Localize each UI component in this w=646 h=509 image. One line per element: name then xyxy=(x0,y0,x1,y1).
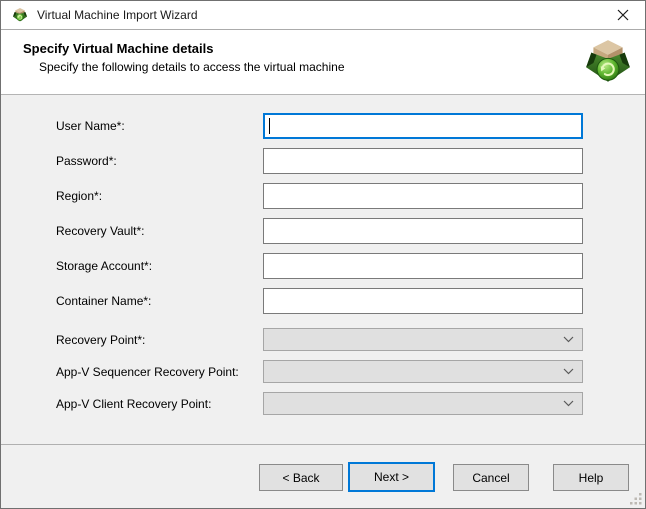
appv-sequencer-recovery-point-label: App-V Sequencer Recovery Point: xyxy=(56,365,263,379)
cancel-button[interactable]: Cancel xyxy=(453,464,529,491)
recovery-point-label: Recovery Point*: xyxy=(56,333,263,347)
storage-account-input[interactable] xyxy=(263,253,583,279)
title-bar: Virtual Machine Import Wizard xyxy=(1,1,645,30)
appv-sequencer-recovery-point-dropdown[interactable] xyxy=(263,360,583,383)
form-row: App-V Client Recovery Point: xyxy=(1,392,645,415)
form-row: App-V Sequencer Recovery Point: xyxy=(1,360,645,383)
vm-import-box-icon xyxy=(583,37,633,87)
region-label: Region*: xyxy=(56,189,263,203)
close-icon xyxy=(617,9,629,21)
vm-import-wizard-dialog: Virtual Machine Import Wizard Specify Vi… xyxy=(0,0,646,509)
close-button[interactable] xyxy=(600,1,645,29)
chevron-down-icon xyxy=(563,368,574,375)
form-row: Recovery Vault*: xyxy=(1,218,645,244)
password-label: Password*: xyxy=(56,154,263,168)
form-row: Region*: xyxy=(1,183,645,209)
appv-client-recovery-point-label: App-V Client Recovery Point: xyxy=(56,397,263,411)
resize-grip-icon[interactable] xyxy=(630,493,642,505)
username-field-wrap xyxy=(263,113,583,139)
chevron-down-icon xyxy=(563,336,574,343)
region-input[interactable] xyxy=(263,183,583,209)
form-row: Password*: xyxy=(1,148,645,174)
help-button[interactable]: Help xyxy=(553,464,629,491)
recovery-vault-input[interactable] xyxy=(263,218,583,244)
vm-import-box-icon xyxy=(12,7,28,23)
recovery-vault-label: Recovery Vault*: xyxy=(56,224,263,238)
back-button[interactable]: < Back xyxy=(259,464,343,491)
container-name-input[interactable] xyxy=(263,288,583,314)
form-row: Storage Account*: xyxy=(1,253,645,279)
page-subtitle: Specify the following details to access … xyxy=(1,56,645,74)
form-row: Recovery Point*: xyxy=(1,328,645,351)
wizard-header: Specify Virtual Machine details Specify … xyxy=(1,30,645,95)
chevron-down-icon xyxy=(563,400,574,407)
vm-details-form: User Name*: Password*: Region*: Recovery… xyxy=(1,95,645,415)
form-row: Container Name*: xyxy=(1,288,645,314)
username-input[interactable] xyxy=(263,113,583,139)
password-input[interactable] xyxy=(263,148,583,174)
text-caret xyxy=(269,118,270,134)
form-row: User Name*: xyxy=(1,113,645,139)
button-bar: < Back Next > Cancel Help xyxy=(1,444,645,508)
next-button[interactable]: Next > xyxy=(348,462,435,492)
page-title: Specify Virtual Machine details xyxy=(1,30,645,56)
storage-account-label: Storage Account*: xyxy=(56,259,263,273)
container-name-label: Container Name*: xyxy=(56,294,263,308)
appv-client-recovery-point-dropdown[interactable] xyxy=(263,392,583,415)
recovery-point-dropdown[interactable] xyxy=(263,328,583,351)
window-title: Virtual Machine Import Wizard xyxy=(37,8,198,22)
username-label: User Name*: xyxy=(56,119,263,133)
